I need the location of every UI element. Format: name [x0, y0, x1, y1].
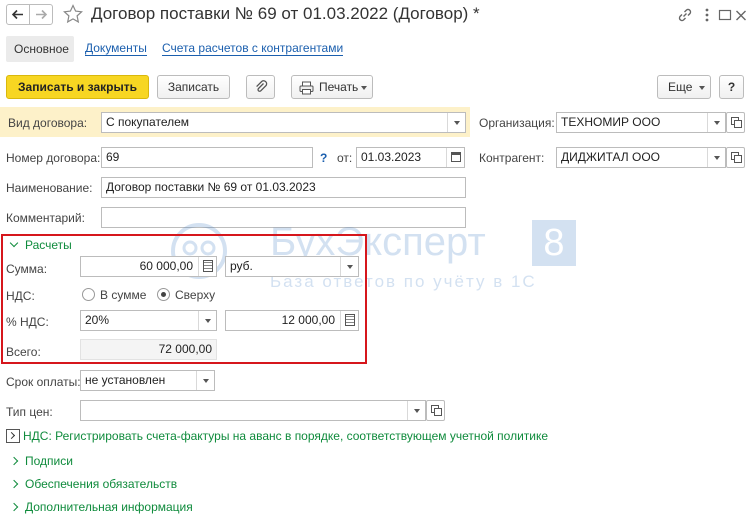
favorite-star-icon[interactable]	[62, 3, 84, 25]
price-type-field[interactable]	[80, 400, 426, 421]
contract-kind-value: С покупателем	[106, 115, 190, 129]
chevron-down-icon[interactable]	[447, 113, 465, 132]
more-button[interactable]: Еще	[657, 75, 711, 99]
vat-invoices-label: НДС: Регистрировать счета-фактуры на ава…	[23, 429, 549, 443]
save-and-close-button[interactable]: Записать и закрыть	[6, 75, 149, 99]
date-label: от:	[337, 151, 353, 165]
payment-term-value: не установлен	[85, 373, 166, 387]
watermark-badge: 8	[532, 220, 576, 266]
arrow-left-icon	[11, 9, 23, 20]
name-field[interactable]: Договор поставки № 69 от 01.03.2023	[101, 177, 466, 198]
chevron-right-icon	[6, 429, 20, 443]
window-title: Договор поставки № 69 от 01.03.2022 (Дог…	[91, 4, 480, 23]
save-button[interactable]: Записать	[157, 75, 230, 99]
date-value: 01.03.2023	[361, 150, 422, 164]
obligations-label: Обеспечения обязательств	[25, 477, 178, 491]
chevron-right-icon	[9, 479, 19, 489]
name-value: Договор поставки № 69 от 01.03.2023	[106, 180, 316, 194]
print-label: Печать	[319, 80, 359, 94]
tab-main-label: Основное	[14, 42, 69, 56]
vat-invoices-link[interactable]: НДС: Регистрировать счета-фактуры на ава…	[6, 429, 548, 443]
arrow-right-icon	[36, 9, 48, 20]
maximize-icon[interactable]	[717, 6, 733, 24]
signatures-link[interactable]: Подписи	[9, 454, 73, 468]
date-field[interactable]: 01.03.2023	[356, 147, 465, 168]
title-bar: Договор поставки № 69 от 01.03.2022 (Дог…	[0, 0, 750, 30]
paperclip-icon	[255, 80, 267, 92]
more-label: Еще	[668, 80, 693, 94]
organization-value: ТЕХНОМИР ООО	[561, 115, 661, 129]
open-price-type-icon[interactable]	[426, 400, 445, 421]
printer-icon	[299, 81, 314, 95]
price-type-label: Тип цен:	[6, 405, 53, 419]
organization-label: Организация:	[479, 116, 555, 130]
chevron-down-icon	[361, 86, 367, 90]
additional-info-label: Дополнительная информация	[25, 500, 193, 514]
forward-button[interactable]	[29, 4, 53, 25]
close-icon[interactable]	[733, 6, 749, 24]
counterparty-label: Контрагент:	[479, 151, 545, 165]
contract-number-field[interactable]: 69	[101, 147, 313, 168]
chevron-down-icon[interactable]	[196, 371, 214, 390]
tab-documents[interactable]: Документы	[85, 42, 147, 56]
contract-number-help[interactable]: ?	[320, 151, 327, 165]
chevron-down-icon[interactable]	[707, 148, 725, 167]
calendar-icon[interactable]	[446, 148, 464, 167]
link-icon[interactable]	[676, 6, 694, 24]
chevron-down-icon	[699, 86, 705, 90]
contract-number-value: 69	[106, 150, 120, 164]
name-label: Наименование:	[6, 181, 93, 195]
tab-main[interactable]: Основное	[6, 36, 74, 62]
additional-info-link[interactable]: Дополнительная информация	[9, 500, 193, 514]
open-organization-icon[interactable]	[726, 112, 745, 133]
chevron-down-icon[interactable]	[407, 401, 425, 420]
comment-label: Комментарий:	[6, 211, 85, 225]
payment-term-label: Срок оплаты:	[6, 375, 81, 389]
tab-settlement-accounts[interactable]: Счета расчетов с контрагентами	[162, 42, 344, 56]
payment-term-field[interactable]: не установлен	[80, 370, 215, 391]
help-button[interactable]: ?	[719, 75, 744, 99]
chevron-right-icon	[9, 456, 19, 466]
print-button[interactable]: Печать	[291, 75, 373, 99]
more-vertical-icon[interactable]	[702, 6, 712, 24]
contract-number-label: Номер договора:	[6, 151, 101, 165]
chevron-right-icon	[9, 502, 19, 512]
chevron-down-icon[interactable]	[707, 113, 725, 132]
contract-kind-label: Вид договора:	[8, 116, 88, 130]
counterparty-value: ДИДЖИТАЛ ООО	[561, 150, 660, 164]
open-counterparty-icon[interactable]	[726, 147, 745, 168]
settlements-highlight-frame	[1, 234, 367, 364]
attach-button[interactable]	[246, 75, 275, 99]
obligations-link[interactable]: Обеспечения обязательств	[9, 477, 178, 491]
organization-field[interactable]: ТЕХНОМИР ООО	[556, 112, 726, 133]
counterparty-field[interactable]: ДИДЖИТАЛ ООО	[556, 147, 726, 168]
back-button[interactable]	[6, 4, 30, 25]
signatures-label: Подписи	[25, 454, 73, 468]
contract-kind-field[interactable]: С покупателем	[101, 112, 466, 133]
